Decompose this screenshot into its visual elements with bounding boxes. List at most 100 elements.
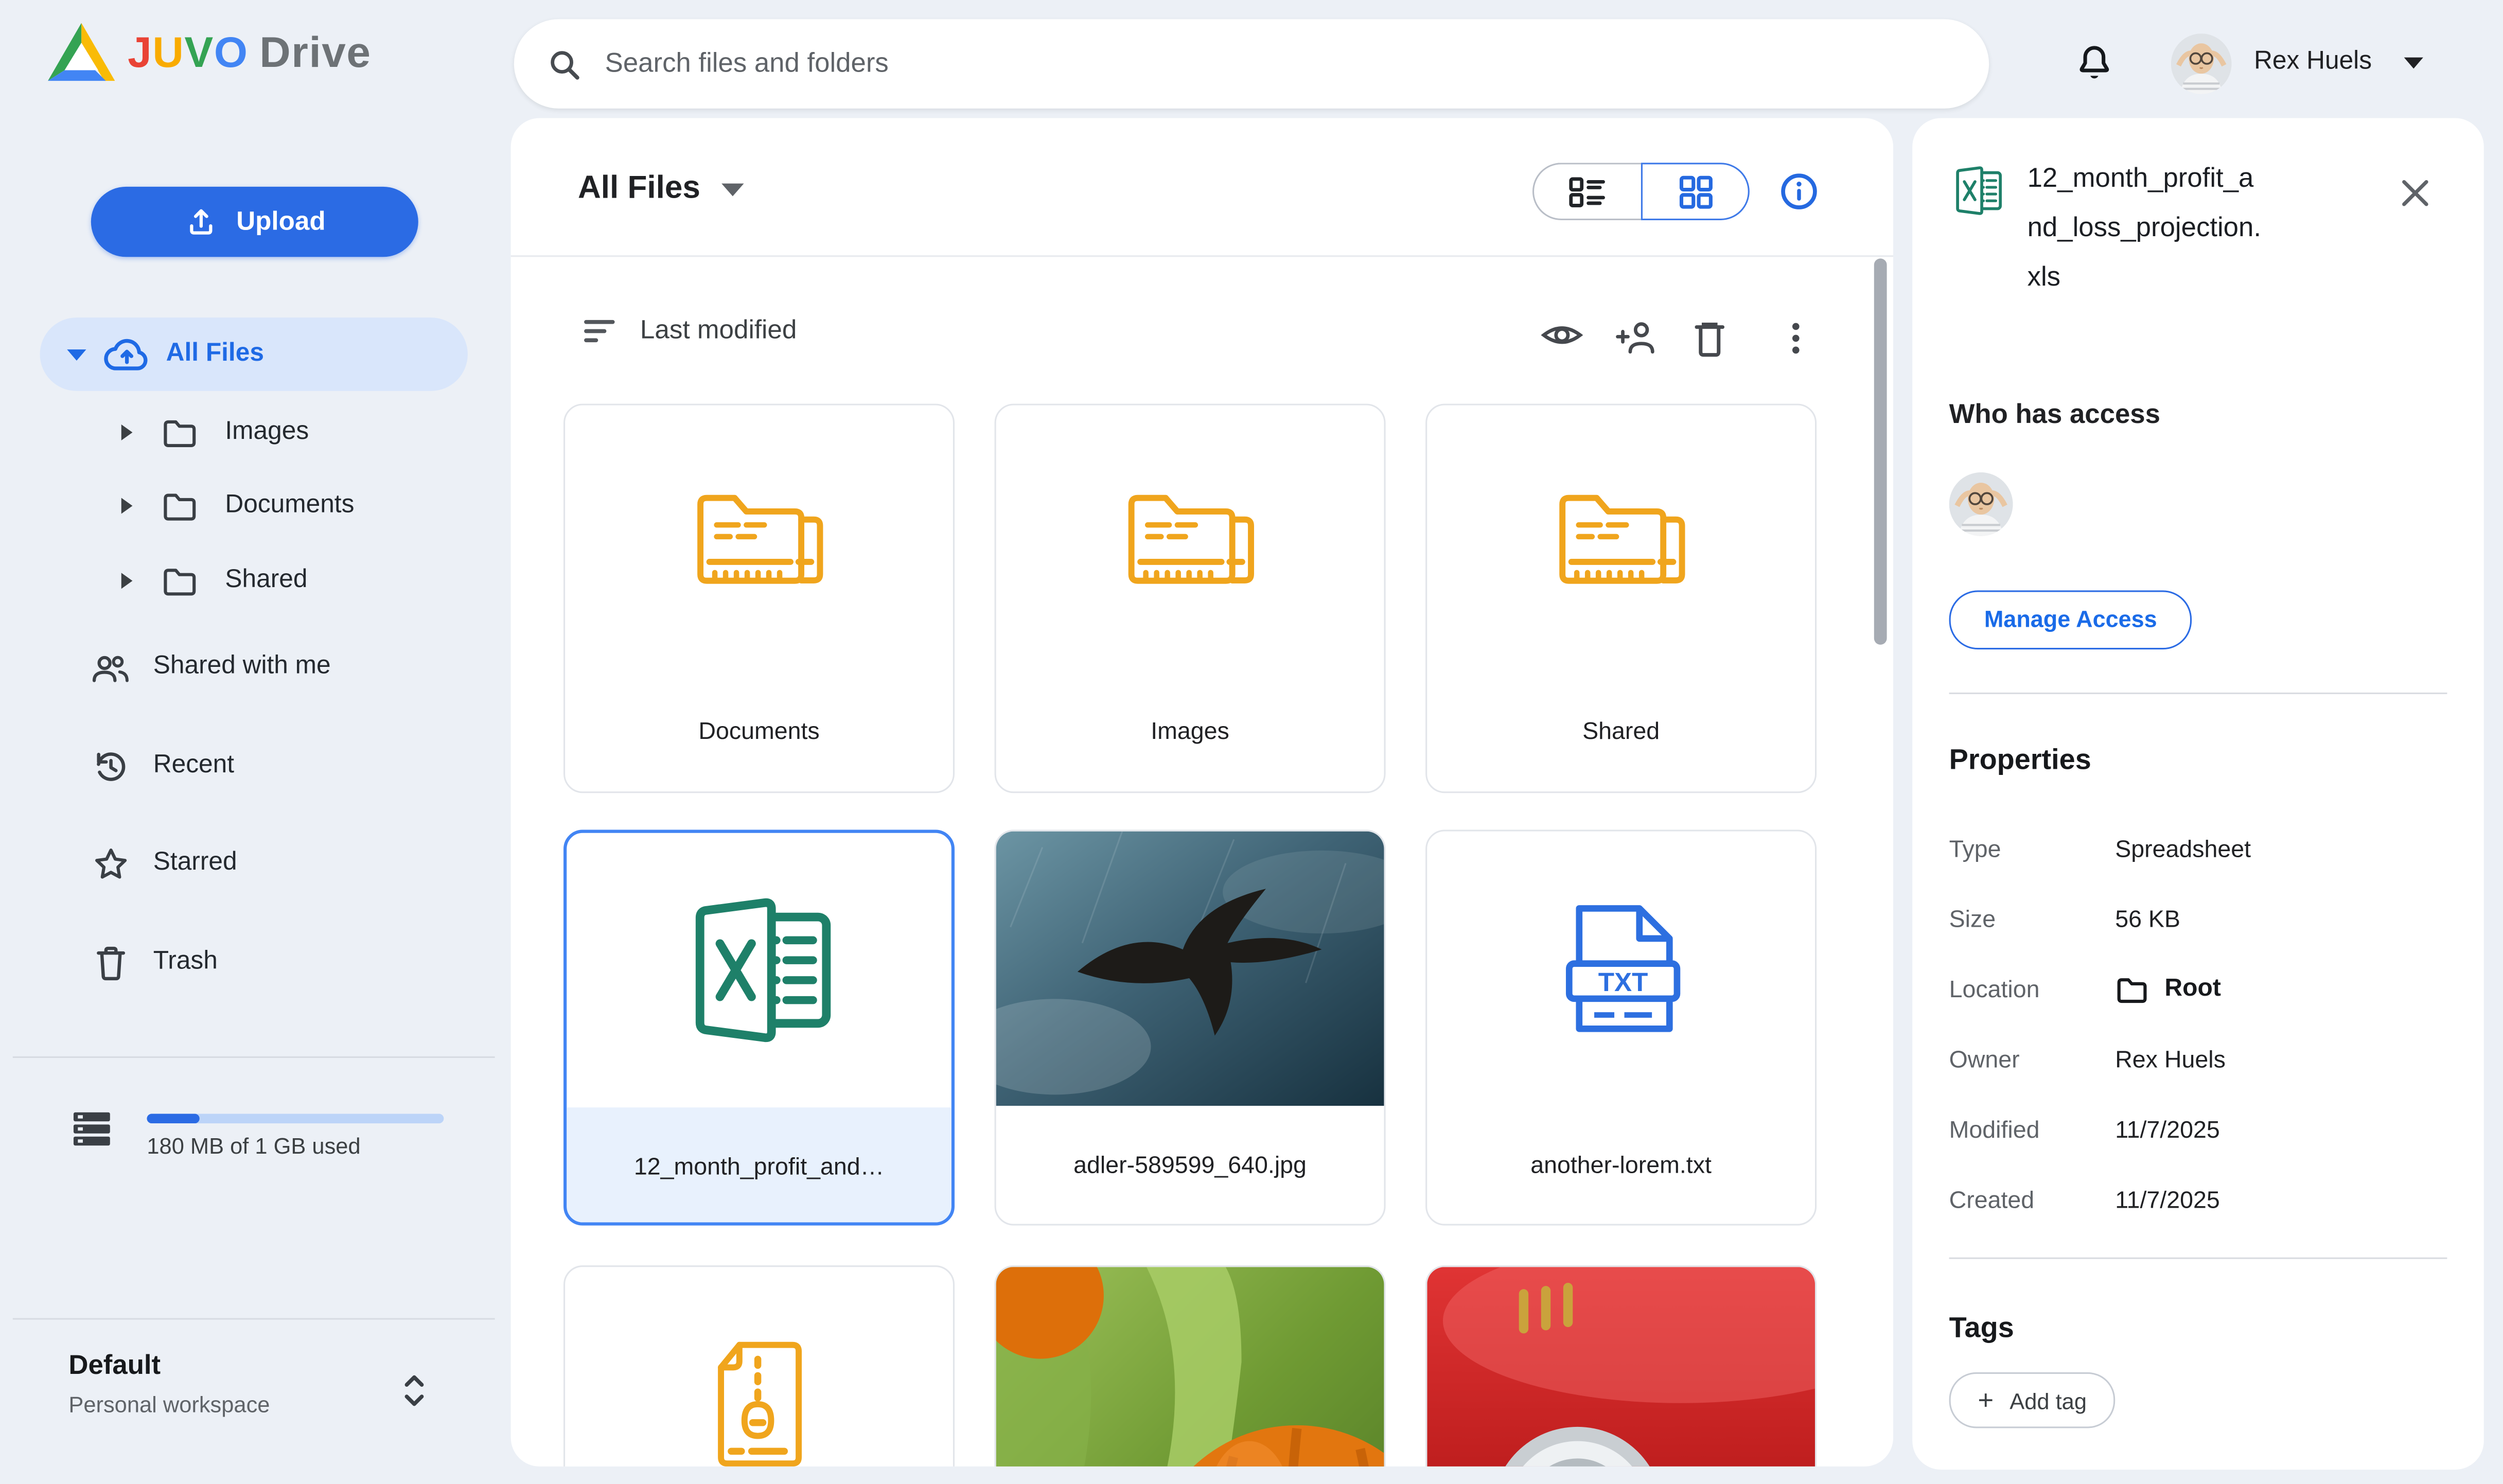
- trash-icon: [1690, 317, 1729, 359]
- manage-access-button[interactable]: Manage Access: [1949, 590, 2192, 649]
- property-row-modified: Modified 11/7/2025: [1949, 1114, 2447, 1146]
- folder-card-documents[interactable]: Documents: [563, 404, 955, 793]
- search-input[interactable]: Search files and folders: [514, 19, 1989, 109]
- property-value: 11/7/2025: [2115, 1116, 2220, 1143]
- file-browser-panel: All Files: [511, 118, 1893, 1466]
- file-card-pumpkins[interactable]: [995, 1265, 1386, 1467]
- file-card-eagle-jpg[interactable]: adler-589599_640.jpg: [995, 830, 1386, 1226]
- txt-file-icon: TXT: [1556, 898, 1686, 1039]
- logo-suffix: Drive: [259, 28, 371, 77]
- sort-button[interactable]: Last modified: [579, 311, 797, 351]
- kebab-menu-icon: [1777, 317, 1815, 359]
- close-icon: [2398, 175, 2433, 210]
- storage-usage-text: 180 MB of 1 GB used: [147, 1133, 360, 1159]
- sidebar-item-shared-with-me[interactable]: Shared with me: [67, 630, 495, 704]
- sidebar-item-label: All Files: [166, 340, 264, 369]
- add-tag-button[interactable]: + Add tag: [1949, 1372, 2116, 1428]
- chevron-down-icon[interactable]: [67, 349, 86, 360]
- history-icon: [90, 746, 130, 786]
- chevron-down-icon: [721, 183, 743, 196]
- workspace-switcher-button[interactable]: [397, 1366, 431, 1416]
- sidebar-item-shared[interactable]: Shared: [96, 544, 495, 617]
- sidebar-item-label: Shared: [225, 567, 307, 595]
- user-name[interactable]: Rex Huels: [2254, 48, 2372, 77]
- search-icon: [546, 45, 583, 82]
- file-card-spreadsheet-selected[interactable]: 12_month_profit_and…: [563, 830, 955, 1226]
- folder-card-images[interactable]: Images: [995, 404, 1386, 793]
- excel-file-icon: [679, 897, 839, 1044]
- list-view-button[interactable]: [1532, 163, 1641, 220]
- sidebar-item-recent[interactable]: Recent: [67, 729, 495, 803]
- folder-card-label: Documents: [565, 718, 953, 745]
- chevron-right-icon[interactable]: [121, 573, 133, 589]
- property-value: Rex Huels: [2115, 1046, 2226, 1073]
- property-label: Modified: [1949, 1116, 2116, 1143]
- upload-label: Upload: [236, 207, 325, 237]
- zip-file-icon: [710, 1339, 808, 1467]
- people-icon: [90, 649, 131, 685]
- file-thumbnail-pumpkins: [996, 1267, 1384, 1467]
- logo-letter: O: [214, 28, 249, 77]
- folder-large-icon: [689, 487, 830, 592]
- delete-button[interactable]: [1690, 317, 1729, 359]
- chevron-right-icon[interactable]: [121, 425, 133, 440]
- workspace-subtitle: Personal workspace: [68, 1391, 270, 1417]
- property-label: Location: [1949, 976, 2116, 1003]
- file-card-txt[interactable]: TXT another-lorem.txt: [1425, 830, 1817, 1226]
- preview-button[interactable]: [1540, 317, 1583, 352]
- upload-icon: [184, 204, 219, 239]
- info-button[interactable]: [1778, 171, 1820, 213]
- view-title-dropdown[interactable]: All Files: [578, 171, 744, 207]
- sidebar-item-label: Shared with me: [153, 652, 331, 681]
- panel-divider: [1949, 1258, 2447, 1259]
- info-icon: [1778, 171, 1820, 213]
- property-value: Spreadsheet: [2115, 835, 2251, 862]
- more-options-button[interactable]: [1777, 317, 1815, 359]
- sidebar-item-label: Recent: [153, 752, 234, 781]
- logo-wordmark: J U V O Drive: [128, 28, 371, 77]
- file-details-panel: 12_month_profit_a nd_loss_projection. xl…: [1912, 118, 2484, 1470]
- user-avatar[interactable]: [2171, 33, 2232, 94]
- header-divider: [511, 255, 1893, 257]
- file-card-red-car[interactable]: [1425, 1265, 1817, 1467]
- chevron-right-icon[interactable]: [121, 498, 133, 514]
- folder-icon: [2115, 974, 2148, 1004]
- sidebar-item-all-files[interactable]: All Files: [40, 317, 468, 391]
- sidebar-item-trash[interactable]: Trash: [67, 926, 495, 999]
- plus-icon: +: [1978, 1384, 1994, 1416]
- property-value-location[interactable]: Root: [2164, 975, 2220, 1004]
- file-card-zip[interactable]: [563, 1265, 955, 1467]
- property-row-created: Created 11/7/2025: [1949, 1184, 2447, 1216]
- sidebar-item-starred[interactable]: Starred: [67, 826, 495, 900]
- tags-title: Tags: [1949, 1312, 2014, 1345]
- sidebar-divider: [13, 1318, 495, 1319]
- access-user-avatar[interactable]: [1949, 472, 2013, 536]
- folder-icon: [161, 416, 198, 449]
- folder-card-shared[interactable]: Shared: [1425, 404, 1817, 793]
- chevron-up-down-icon: [397, 1366, 431, 1416]
- sidebar-item-documents[interactable]: Documents: [96, 469, 495, 543]
- app-logo: J U V O Drive: [48, 22, 372, 83]
- close-button[interactable]: [2398, 175, 2433, 210]
- details-filename: 12_month_profit_a nd_loss_projection. xl…: [2028, 153, 2378, 302]
- who-has-access-title: Who has access: [1949, 399, 2160, 431]
- grid-view-button[interactable]: [1641, 163, 1750, 220]
- file-thumbnail-red-car: [1427, 1267, 1815, 1467]
- storage-icon: [70, 1107, 113, 1151]
- person-add-icon: [1614, 317, 1659, 356]
- sidebar-item-images[interactable]: Images: [96, 396, 495, 469]
- file-thumbnail-eagle: [996, 832, 1384, 1106]
- upload-button[interactable]: Upload: [91, 187, 418, 257]
- sidebar-item-label: Documents: [225, 491, 354, 520]
- sidebar-item-label: Starred: [153, 849, 237, 878]
- cloud-upload-icon: [102, 333, 152, 375]
- user-menu-chevron-down-icon[interactable]: [2404, 58, 2423, 69]
- trash-icon: [92, 942, 128, 982]
- storage-progress-fill: [147, 1114, 200, 1124]
- scrollbar-thumb[interactable]: [1874, 258, 1887, 644]
- notifications-button[interactable]: [2074, 42, 2116, 85]
- property-row-type: Type Spreadsheet: [1949, 833, 2447, 865]
- folder-large-icon: [1120, 487, 1260, 592]
- share-button[interactable]: [1614, 317, 1659, 356]
- bell-icon: [2074, 42, 2116, 85]
